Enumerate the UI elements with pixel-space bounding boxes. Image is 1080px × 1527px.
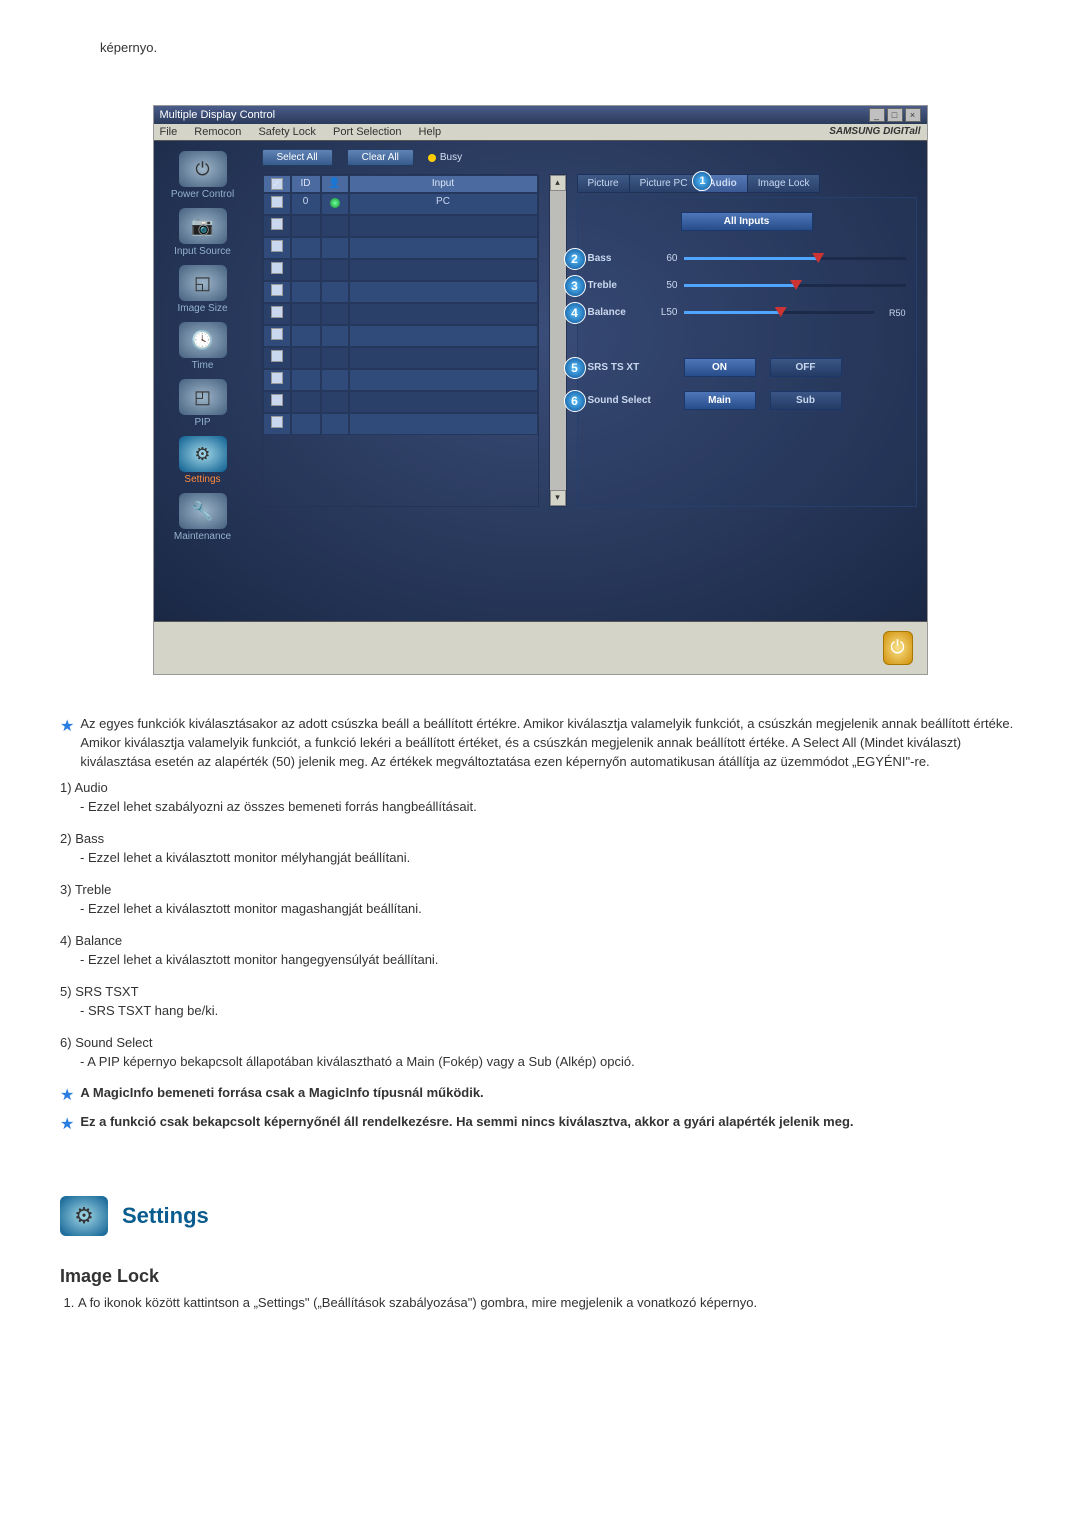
scroll-down-icon[interactable]: ▾ bbox=[550, 490, 566, 506]
sidebar-item-input-source[interactable]: 📷 Input Source bbox=[158, 208, 248, 257]
scroll-up-icon[interactable]: ▴ bbox=[550, 175, 566, 191]
title-bar: Multiple Display Control _ □ × bbox=[154, 106, 927, 124]
sound-sub-button[interactable]: Sub bbox=[770, 391, 842, 410]
table-row[interactable] bbox=[263, 413, 538, 435]
marker-6: 6 bbox=[564, 390, 586, 412]
display-grid: ✓ ID 👤 Input ✓ 0 PC bbox=[262, 174, 539, 507]
sidebar-item-image-size[interactable]: ◱ Image Size bbox=[158, 265, 248, 314]
menu-bar: File Remocon Safety Lock Port Selection … bbox=[154, 124, 927, 141]
star-icon: ★ bbox=[60, 1084, 74, 1107]
busy-indicator: Busy bbox=[428, 152, 462, 163]
power-icon: ⏻ bbox=[179, 151, 227, 187]
list-item-3: 3) Treble - Ezzel lehet a kiválasztott m… bbox=[60, 880, 1020, 919]
sidebar-item-pip[interactable]: ◰ PIP bbox=[158, 379, 248, 428]
list-item-4: 4) Balance - Ezzel lehet a kiválasztott … bbox=[60, 931, 1020, 970]
menu-file[interactable]: File bbox=[160, 126, 178, 138]
bass-slider[interactable] bbox=[684, 257, 906, 260]
srs-on-button[interactable]: ON bbox=[684, 358, 756, 377]
list-item-1: 1) Audio - Ezzel lehet szabályozni az ös… bbox=[60, 778, 1020, 817]
select-all-button[interactable]: Select All bbox=[262, 149, 333, 166]
menu-help[interactable]: Help bbox=[419, 126, 442, 138]
table-row[interactable] bbox=[263, 303, 538, 325]
srs-row: 5 SRS TS XT ON OFF bbox=[588, 358, 906, 377]
treble-slider[interactable] bbox=[684, 284, 906, 287]
intro-text: képernyo. bbox=[100, 40, 1020, 55]
balance-slider[interactable] bbox=[684, 311, 874, 314]
list-item-5: 5) SRS TSXT - SRS TSXT hang be/ki. bbox=[60, 982, 1020, 1021]
grid-header-id: ID bbox=[291, 175, 321, 193]
brand-label: SAMSUNG DIGITall bbox=[829, 126, 920, 138]
tab-image-lock[interactable]: Image Lock bbox=[747, 174, 821, 193]
table-row[interactable] bbox=[263, 281, 538, 303]
table-row[interactable] bbox=[263, 259, 538, 281]
tab-audio[interactable]: 1 Audio bbox=[697, 174, 747, 193]
table-row[interactable] bbox=[263, 391, 538, 413]
sidebar-item-power[interactable]: ⏻ Power Control bbox=[158, 151, 248, 200]
sound-select-row: 6 Sound Select Main Sub bbox=[588, 391, 906, 410]
list-item-6: 6) Sound Select - A PIP képernyo bekapcs… bbox=[60, 1033, 1020, 1072]
list-item-2: 2) Bass - Ezzel lehet a kiválasztott mon… bbox=[60, 829, 1020, 868]
marker-5: 5 bbox=[564, 357, 586, 379]
all-inputs-button[interactable]: All Inputs bbox=[681, 212, 813, 231]
note-2: A MagicInfo bemeneti forrása csak a Magi… bbox=[80, 1084, 1020, 1107]
note-1: Az egyes funkciók kiválasztásakor az ado… bbox=[80, 715, 1020, 772]
settings-heading: Settings bbox=[122, 1203, 209, 1229]
table-row[interactable] bbox=[263, 325, 538, 347]
balance-slider-row: 4 Balance L50 R50 bbox=[588, 307, 906, 318]
star-icon: ★ bbox=[60, 1113, 74, 1136]
close-icon[interactable]: × bbox=[905, 108, 921, 122]
app-footer: ⏻ bbox=[154, 621, 927, 674]
grid-scrollbar[interactable]: ▴ ▾ bbox=[549, 174, 567, 507]
sidebar-item-time[interactable]: 🕓 Time bbox=[158, 322, 248, 371]
sound-main-button[interactable]: Main bbox=[684, 391, 756, 410]
star-icon: ★ bbox=[60, 715, 74, 772]
window-title: Multiple Display Control bbox=[160, 109, 276, 121]
menu-port-selection[interactable]: Port Selection bbox=[333, 126, 401, 138]
sidebar-item-maintenance[interactable]: 🔧 Maintenance bbox=[158, 493, 248, 542]
maintenance-icon: 🔧 bbox=[179, 493, 227, 529]
menu-safety-lock[interactable]: Safety Lock bbox=[258, 126, 315, 138]
table-row[interactable]: ✓ 0 PC bbox=[263, 193, 538, 215]
audio-panel: All Inputs 2 Bass 60 bbox=[577, 197, 917, 507]
marker-2: 2 bbox=[564, 248, 586, 270]
clear-all-button[interactable]: Clear All bbox=[347, 149, 414, 166]
menu-remocon[interactable]: Remocon bbox=[194, 126, 241, 138]
settings-header-icon: ⚙ bbox=[60, 1196, 108, 1236]
minimize-icon[interactable]: _ bbox=[869, 108, 885, 122]
time-icon: 🕓 bbox=[179, 322, 227, 358]
standby-icon[interactable]: ⏻ bbox=[883, 631, 913, 665]
app-screenshot: Multiple Display Control _ □ × File Remo… bbox=[153, 105, 928, 675]
table-row[interactable] bbox=[263, 215, 538, 237]
pip-icon: ◰ bbox=[179, 379, 227, 415]
grid-header-input: Input bbox=[349, 175, 538, 193]
busy-dot-icon bbox=[428, 154, 436, 162]
tab-picture[interactable]: Picture bbox=[577, 174, 630, 193]
tab-picture-pc[interactable]: Picture PC bbox=[629, 174, 699, 193]
marker-3: 3 bbox=[564, 275, 586, 297]
status-dot-icon bbox=[330, 198, 340, 208]
sidebar-item-settings[interactable]: ⚙ Settings bbox=[158, 436, 248, 485]
srs-off-button[interactable]: OFF bbox=[770, 358, 842, 377]
table-row[interactable] bbox=[263, 237, 538, 259]
input-source-icon: 📷 bbox=[179, 208, 227, 244]
grid-header-check[interactable]: ✓ bbox=[263, 175, 291, 193]
table-row[interactable] bbox=[263, 347, 538, 369]
steps-list: A fo ikonok között kattintson a „Setting… bbox=[60, 1293, 1020, 1313]
table-row[interactable] bbox=[263, 369, 538, 391]
grid-header-status: 👤 bbox=[321, 175, 349, 193]
sidebar: ⏻ Power Control 📷 Input Source ◱ Image S… bbox=[154, 141, 252, 621]
step-1: A fo ikonok között kattintson a „Setting… bbox=[78, 1293, 1020, 1313]
treble-slider-row: 3 Treble 50 bbox=[588, 280, 906, 291]
marker-4: 4 bbox=[564, 302, 586, 324]
bass-slider-row: 2 Bass 60 bbox=[588, 253, 906, 264]
note-3: Ez a funkció csak bekapcsolt képernyőnél… bbox=[80, 1113, 1020, 1136]
settings-section-header: ⚙ Settings bbox=[60, 1196, 1020, 1236]
image-lock-heading: Image Lock bbox=[60, 1266, 1020, 1287]
maximize-icon[interactable]: □ bbox=[887, 108, 903, 122]
settings-icon: ⚙ bbox=[179, 436, 227, 472]
image-size-icon: ◱ bbox=[179, 265, 227, 301]
